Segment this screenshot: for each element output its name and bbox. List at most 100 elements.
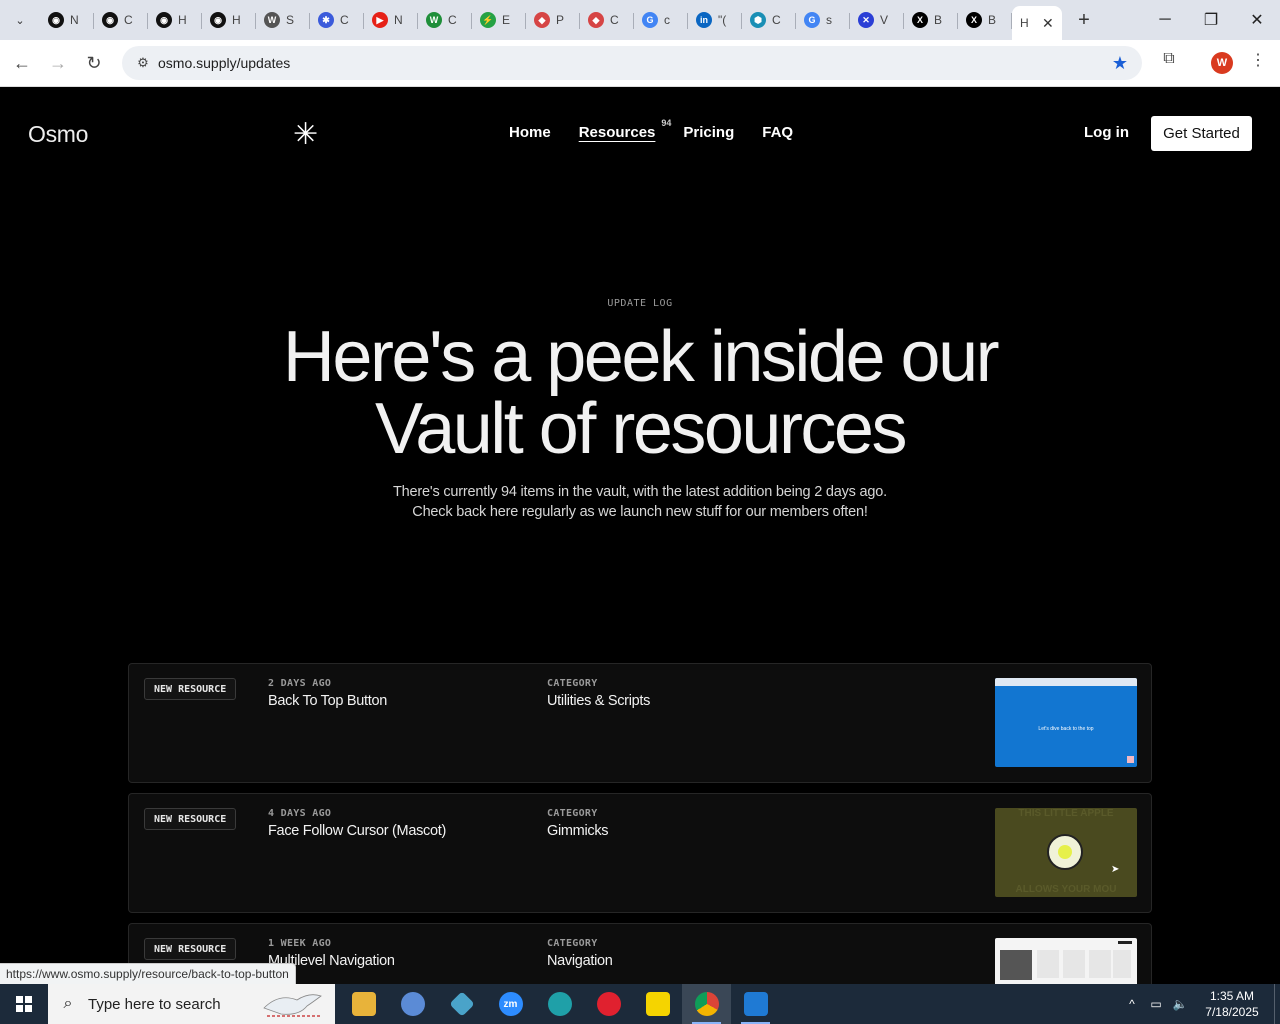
chrome-icon[interactable] bbox=[682, 984, 731, 1024]
update-card[interactable]: NEW RESOURCE 4 DAYS AGO Face Follow Curs… bbox=[128, 793, 1152, 913]
update-card[interactable]: NEW RESOURCE 2 DAYS AGO Back To Top Butt… bbox=[128, 663, 1152, 783]
browser-tab[interactable]: XB bbox=[904, 4, 958, 36]
chevron-up-icon[interactable]: ^ bbox=[1120, 997, 1144, 1011]
tab-search-button[interactable]: ⌄ bbox=[6, 6, 34, 34]
nav-resources[interactable]: Resources 94 bbox=[578, 118, 672, 141]
omnibox[interactable]: ⚙ osmo.supply/updates ★ bbox=[122, 46, 1142, 80]
browser-menu-icon[interactable]: ⋮ bbox=[1248, 50, 1268, 76]
browser-tab[interactable]: WS bbox=[256, 4, 310, 36]
browser-tab[interactable]: ◆ P bbox=[526, 4, 580, 36]
tab-favicon-icon: ◉ bbox=[48, 12, 64, 28]
tab-favicon-icon: ✱ bbox=[318, 12, 334, 28]
browser-tab[interactable]: ◉ H bbox=[148, 4, 202, 36]
vscode-icon[interactable] bbox=[731, 984, 780, 1024]
tab-title: s bbox=[826, 13, 832, 27]
update-date: 2 DAYS AGO bbox=[268, 678, 332, 689]
update-title[interactable]: Back To Top Button bbox=[268, 693, 387, 709]
browser-tab[interactable]: ▶ N bbox=[364, 4, 418, 36]
tab-title: P bbox=[556, 13, 565, 27]
browser-tab[interactable]: ◆ C bbox=[580, 4, 634, 36]
edge-icon[interactable] bbox=[535, 984, 584, 1024]
volume-icon[interactable]: 🔈 bbox=[1168, 997, 1192, 1011]
back-icon[interactable]: ← bbox=[4, 45, 40, 81]
start-button[interactable] bbox=[0, 984, 48, 1024]
eyebrow-label: UPDATE LOG bbox=[607, 298, 673, 309]
browser-tab[interactable]: ◉ H bbox=[202, 4, 256, 36]
tab-favicon-icon: ◉ bbox=[210, 12, 226, 28]
tab-favicon-icon: in bbox=[696, 12, 712, 28]
nav-pricing[interactable]: Pricing bbox=[683, 124, 734, 141]
resource-thumbnail[interactable] bbox=[995, 938, 1137, 984]
clock-time: 1:35 AM bbox=[1209, 989, 1255, 1003]
site-info-icon[interactable]: ⚙ bbox=[128, 55, 158, 71]
tab-favicon-icon: ◆ bbox=[534, 12, 550, 28]
category-value: Navigation bbox=[547, 953, 613, 969]
browser-tab[interactable]: XB bbox=[958, 4, 1012, 36]
nav-faq[interactable]: FAQ bbox=[762, 124, 793, 141]
update-title[interactable]: Face Follow Cursor (Mascot) bbox=[268, 823, 446, 839]
thumb-faint-text-top: THIS LITTLE APPLE bbox=[1018, 808, 1114, 819]
tab-title: B bbox=[988, 13, 997, 27]
site-logo[interactable]: Osmo bbox=[28, 121, 88, 148]
tab-close-icon[interactable]: ✕ bbox=[1042, 15, 1054, 32]
url-text[interactable]: osmo.supply/updates bbox=[158, 55, 290, 71]
browser-tab[interactable]: Gc bbox=[634, 4, 688, 36]
resource-thumbnail[interactable]: THIS LITTLE APPLE ➤ ALLOWS YOUR MOU bbox=[995, 808, 1137, 897]
bookmark-star-icon[interactable]: ★ bbox=[1112, 53, 1128, 74]
opera-icon[interactable] bbox=[584, 984, 633, 1024]
thumb-tile bbox=[1063, 950, 1085, 978]
browser-tab[interactable]: ⚡ E bbox=[472, 4, 526, 36]
clock[interactable]: 1:35 AM 7/18/2025 bbox=[1196, 988, 1268, 1020]
login-link[interactable]: Log in bbox=[1084, 124, 1129, 141]
file-explorer-icon[interactable] bbox=[339, 984, 388, 1024]
browser-tab[interactable]: ✱ C bbox=[310, 4, 364, 36]
tab-title: N bbox=[394, 13, 403, 27]
hero-sub-line-2: Check back here regularly as we launch n… bbox=[412, 504, 868, 520]
tab-active[interactable]: H ✕ bbox=[1012, 6, 1062, 40]
tab-title: C bbox=[448, 13, 457, 27]
hero-line-2: Vault of resources bbox=[375, 389, 907, 469]
browser-tab[interactable]: ✕ V bbox=[850, 4, 904, 36]
browser-tab[interactable]: Gs bbox=[796, 4, 850, 36]
tab-title: B bbox=[934, 13, 943, 27]
sticky-notes-icon[interactable] bbox=[633, 984, 682, 1024]
taskbar-search-placeholder: Type here to search bbox=[88, 995, 221, 1013]
nav-resources-label: Resources bbox=[578, 124, 656, 141]
taskbar-search[interactable]: ⌕ Type here to search bbox=[48, 984, 335, 1024]
forward-icon[interactable]: → bbox=[40, 45, 76, 81]
tab-title: S bbox=[286, 13, 295, 27]
get-started-button[interactable]: Get Started bbox=[1151, 116, 1252, 151]
browser-tab[interactable]: ⬢ C bbox=[742, 4, 796, 36]
thumb-browser-bar bbox=[995, 678, 1137, 686]
updates-list: NEW RESOURCE 2 DAYS AGO Back To Top Butt… bbox=[128, 663, 1152, 984]
tab-favicon-icon: G bbox=[804, 12, 820, 28]
browser-tab[interactable]: in "( bbox=[688, 4, 742, 36]
clock-date: 7/18/2025 bbox=[1205, 1005, 1259, 1019]
thumb-tile bbox=[1113, 950, 1131, 978]
reload-icon[interactable]: ↻ bbox=[76, 45, 112, 81]
tab-favicon-icon: X bbox=[966, 12, 982, 28]
nav-home[interactable]: Home bbox=[509, 124, 551, 141]
browser-tab[interactable]: WC bbox=[418, 4, 472, 36]
browser-tab[interactable]: ◉ N bbox=[40, 4, 94, 36]
new-tab-button[interactable]: + bbox=[1070, 6, 1098, 34]
minimize-icon[interactable]: ─ bbox=[1142, 0, 1188, 40]
browser-tab[interactable]: ◉ C bbox=[94, 4, 148, 36]
close-window-icon[interactable]: ✕ bbox=[1234, 0, 1280, 40]
resource-thumbnail[interactable]: Let's dive back to the top bbox=[995, 678, 1137, 767]
restore-icon[interactable]: ❐ bbox=[1188, 0, 1234, 40]
profile-avatar[interactable]: W bbox=[1211, 52, 1233, 74]
paint-app-icon[interactable] bbox=[388, 984, 437, 1024]
app-icon[interactable] bbox=[437, 984, 486, 1024]
show-desktop-button[interactable] bbox=[1274, 984, 1280, 1024]
hero-subtitle: There's currently 94 items in the vault,… bbox=[0, 482, 1280, 522]
tab-favicon-icon: ✕ bbox=[858, 12, 874, 28]
network-icon[interactable]: ▭ bbox=[1144, 997, 1168, 1011]
zoom-icon[interactable]: zm bbox=[486, 984, 535, 1024]
window-controls: ─ ❐ ✕ bbox=[1142, 0, 1280, 40]
tab-title: H bbox=[1020, 16, 1029, 30]
extensions-icon[interactable]: ⧉ bbox=[1156, 46, 1182, 72]
tab-favicon-icon: ◆ bbox=[588, 12, 604, 28]
new-resource-badge: NEW RESOURCE bbox=[144, 938, 237, 960]
page: Osmo ✳ Home Resources 94 Pricing FAQ Log… bbox=[0, 87, 1280, 984]
